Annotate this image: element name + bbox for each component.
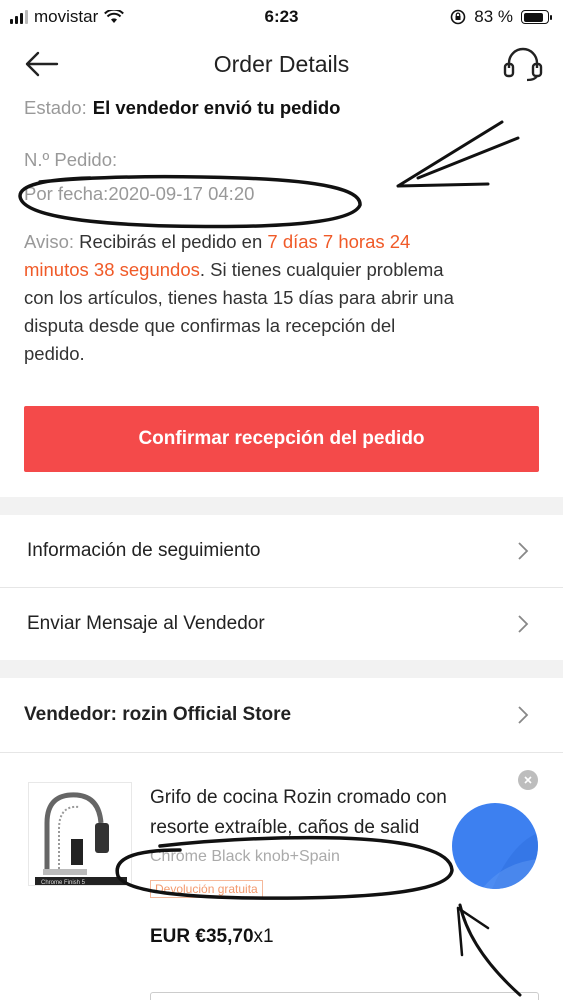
notice-label: Aviso: — [24, 231, 75, 252]
wifi-icon — [104, 10, 125, 23]
order-number-label: N.º Pedido: — [24, 149, 118, 170]
free-return-badge: Devolución gratuita — [150, 880, 263, 898]
notice-line-1: Aviso: Recibirás el pedido en 7 días 7 h… — [24, 228, 544, 256]
chevron-right-icon — [518, 542, 529, 560]
row-divider — [0, 752, 563, 753]
product-variant: Chrome Black knob+Spain — [150, 848, 340, 865]
signal-icon — [10, 10, 28, 24]
section-divider — [0, 660, 563, 678]
message-seller-row[interactable]: Enviar Mensaje al Vendedor — [0, 588, 563, 660]
image-caption: Chrome Finish 5 — [41, 880, 86, 886]
notice-line-4: disputa desde que confirmas la recepción… — [24, 315, 396, 336]
page-title: Order Details — [213, 50, 350, 77]
order-info: Estado: El vendedor envió tu pedido N.º P… — [24, 94, 544, 364]
order-date-line: Por fecha:2020-09-17 04:20 — [24, 180, 254, 208]
product-image[interactable]: Chrome Finish 5 — [28, 782, 132, 886]
section-divider — [0, 497, 563, 515]
tracking-info-row[interactable]: Información de seguimiento — [0, 515, 563, 587]
notice-line-2: minutos 38 segundos. Si tienes cualquier… — [24, 256, 544, 284]
product-price: EUR €35,70 — [150, 926, 254, 947]
status-right: 83 % — [450, 7, 552, 27]
product-price-line: EUR €35,70x1 — [150, 926, 274, 948]
back-arrow-icon[interactable] — [22, 48, 62, 80]
order-status-line: Estado: El vendedor envió tu pedido — [24, 94, 544, 120]
message-seller-label: Enviar Mensaje al Vendedor — [27, 613, 265, 634]
notice-line-5: pedido. — [24, 343, 85, 364]
chevron-right-icon — [518, 615, 529, 633]
countdown-part-2: minutos 38 segundos — [24, 259, 200, 280]
product-quantity: x1 — [253, 926, 274, 947]
notice-line-3: con los artículos, tienes hasta 15 días … — [24, 287, 454, 308]
headset-icon[interactable] — [501, 46, 545, 82]
countdown-part-1: 7 días 7 horas 24 — [267, 231, 411, 252]
order-number-line: N.º Pedido: — [24, 146, 117, 174]
battery-percent: 83 % — [474, 7, 513, 26]
floating-assistant-button[interactable] — [452, 803, 538, 889]
order-date-label: Por fecha: — [24, 183, 109, 204]
tracking-info-label: Información de seguimiento — [27, 540, 261, 561]
battery-icon — [521, 10, 552, 24]
chevron-right-icon — [518, 706, 529, 724]
status-bar: movistar 6:23 83 % — [0, 0, 563, 34]
seller-store-name: rozin Official Store — [122, 704, 292, 725]
confirm-receipt-button[interactable]: Confirmar recepción del pedido — [24, 406, 539, 472]
status-label: Estado: — [24, 97, 87, 118]
bottom-field[interactable] — [150, 992, 539, 1000]
notice-text-pre: Recibirás el pedido en — [74, 231, 268, 252]
orientation-lock-icon — [450, 9, 466, 25]
status-value: El vendedor envió tu pedido — [92, 97, 341, 118]
delivery-notice: Aviso: Recibirás el pedido en 7 días 7 h… — [24, 228, 544, 368]
status-time: 6:23 — [264, 7, 299, 26]
status-left: movistar — [10, 7, 125, 27]
carrier-name: movistar — [34, 7, 99, 26]
assistant-bubble-icon — [482, 833, 538, 889]
seller-row[interactable]: Vendedor: rozin Official Store — [0, 678, 563, 752]
close-icon[interactable] — [518, 770, 538, 790]
notice-text-rest: . Si tienes cualquier problema — [199, 259, 444, 280]
order-date-value: 2020-09-17 04:20 — [108, 183, 255, 204]
seller-label: Vendedor: — [24, 704, 117, 725]
nav-bar: Order Details — [0, 34, 563, 94]
faucet-image: Chrome Finish 5 — [35, 792, 127, 886]
